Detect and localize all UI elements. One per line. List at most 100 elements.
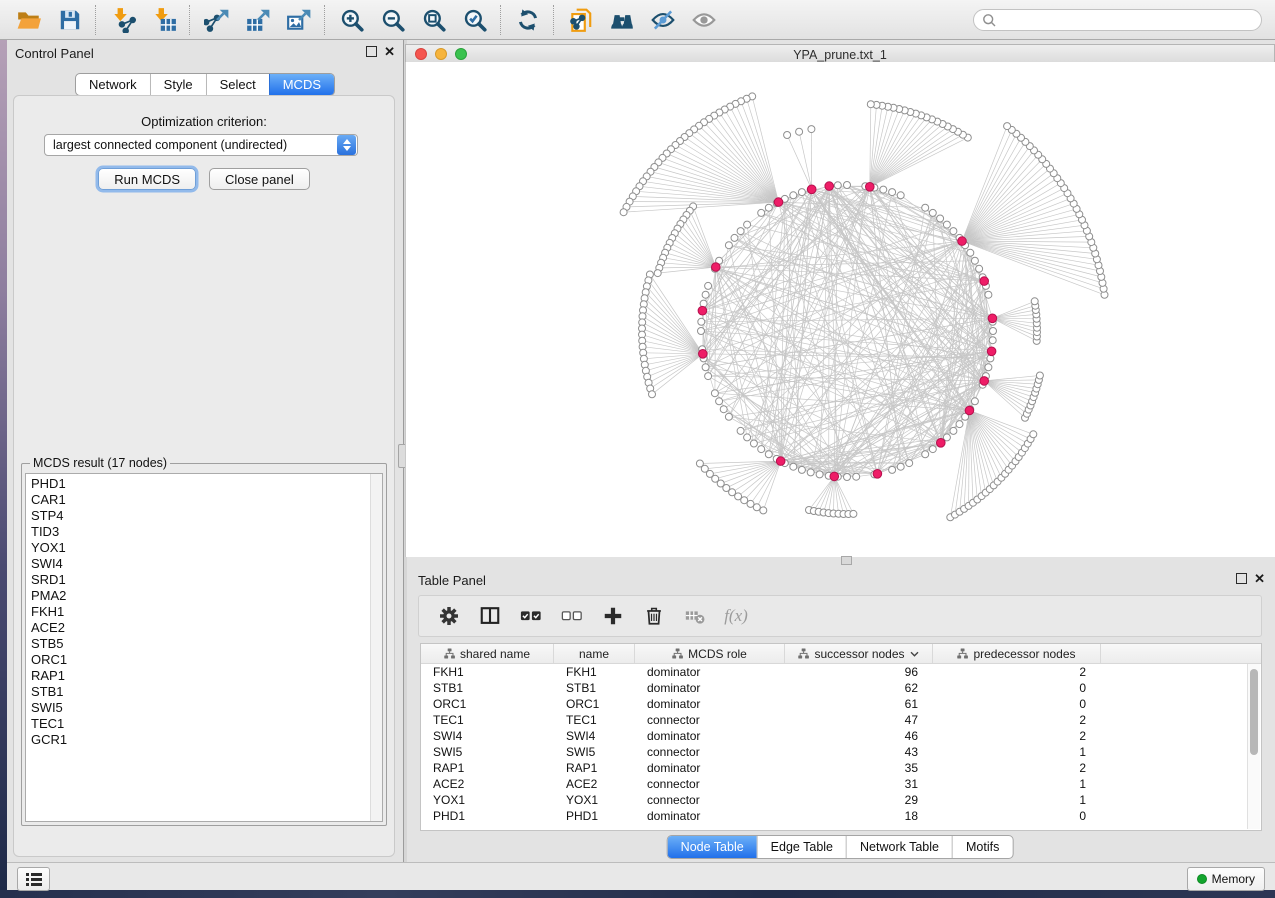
cell-successor-nodes: 43 — [785, 745, 933, 759]
tab-style[interactable]: Style — [150, 74, 206, 95]
delete-table-button[interactable] — [683, 604, 707, 628]
column-header-predecessor-nodes[interactable]: predecessor nodes — [933, 644, 1101, 663]
cell-MCDS-role: dominator — [635, 697, 785, 711]
cell-shared-name: PHD1 — [421, 809, 554, 823]
screen: Control Panel ✕ NetworkStyleSelectMCDS O… — [0, 0, 1275, 898]
import-table-button[interactable] — [143, 1, 184, 39]
clone-network-button[interactable] — [560, 1, 601, 39]
table-row[interactable]: SWI5SWI5connector431 — [421, 744, 1261, 760]
cell-shared-name: SWI5 — [421, 745, 554, 759]
table-row[interactable]: STB1STB1dominator620 — [421, 680, 1261, 696]
network-canvas[interactable] — [405, 62, 1275, 557]
export-image-button[interactable] — [278, 1, 319, 39]
close-panel-icon[interactable]: ✕ — [384, 46, 395, 57]
tab-network-table[interactable]: Network Table — [846, 836, 952, 858]
refresh-button[interactable] — [507, 1, 548, 39]
table-settings-button[interactable] — [437, 604, 461, 628]
close-panel-button[interactable]: Close panel — [209, 168, 310, 190]
cell-predecessor-nodes: 1 — [933, 777, 1101, 791]
select-all-button[interactable] — [519, 604, 543, 628]
sitemap-icon — [957, 648, 968, 659]
table-row[interactable]: PHD1PHD1dominator180 — [421, 808, 1261, 824]
column-header-name[interactable]: name — [554, 644, 635, 663]
search-network-button[interactable] — [601, 1, 642, 39]
search-box[interactable] — [973, 9, 1262, 31]
table-float-panel-icon[interactable] — [1236, 573, 1247, 584]
zoom-fit-button[interactable] — [413, 1, 454, 39]
import-network-button[interactable] — [102, 1, 143, 39]
search-input[interactable] — [997, 10, 1261, 30]
cell-shared-name: FKH1 — [421, 665, 554, 679]
table-row[interactable]: YOX1YOX1connector291 — [421, 792, 1261, 808]
delete-column-button[interactable] — [642, 604, 666, 628]
cell-MCDS-role: connector — [635, 745, 785, 759]
memory-button[interactable]: Memory — [1187, 867, 1265, 891]
table-row[interactable]: ACE2ACE2connector311 — [421, 776, 1261, 792]
mcds-result-item[interactable]: ORC1 — [31, 652, 382, 668]
mcds-result-item[interactable]: YOX1 — [31, 540, 382, 556]
node-table[interactable]: shared namenameMCDS rolesuccessor nodesp… — [420, 643, 1262, 831]
cell-shared-name: RAP1 — [421, 761, 554, 775]
mcds-result-item[interactable]: FKH1 — [31, 604, 382, 620]
mcds-result-item[interactable]: STP4 — [31, 508, 382, 524]
mcds-result-item[interactable]: CAR1 — [31, 492, 382, 508]
graphics-details-button[interactable] — [683, 1, 724, 39]
network-titlebar[interactable]: YPA_prune.txt_1 — [405, 44, 1275, 63]
mcds-result-item[interactable]: SWI4 — [31, 556, 382, 572]
zoom-in-button[interactable] — [331, 1, 372, 39]
horizontal-splitter-handle[interactable] — [841, 556, 852, 565]
column-header-shared-name[interactable]: shared name — [421, 644, 554, 663]
mcds-result-item[interactable]: PMA2 — [31, 588, 382, 604]
mcds-result-item[interactable]: ACE2 — [31, 620, 382, 636]
result-scrollbar-track[interactable] — [370, 474, 382, 821]
add-column-icon — [602, 605, 624, 627]
deselect-all-button[interactable] — [560, 604, 584, 628]
mcds-result-item[interactable]: SRD1 — [31, 572, 382, 588]
column-header-successor-nodes[interactable]: successor nodes — [785, 644, 933, 663]
mcds-result-item[interactable]: GCR1 — [31, 732, 382, 748]
table-row[interactable]: ORC1ORC1dominator610 — [421, 696, 1261, 712]
zoom-out-button[interactable] — [372, 1, 413, 39]
mcds-result-item[interactable]: RAP1 — [31, 668, 382, 684]
column-header-MCDS-role[interactable]: MCDS role — [635, 644, 785, 663]
table-row[interactable]: SWI4SWI4dominator462 — [421, 728, 1261, 744]
sitemap-icon — [672, 648, 683, 659]
run-mcds-button[interactable]: Run MCDS — [98, 168, 196, 190]
import-table-icon — [151, 7, 177, 33]
cell-predecessor-nodes: 0 — [933, 681, 1101, 695]
table-scrollbar-track[interactable] — [1247, 664, 1260, 829]
tab-network[interactable]: Network — [76, 74, 150, 95]
optimization-select[interactable]: largest connected component (undirected) — [44, 134, 358, 156]
table-close-panel-icon[interactable]: ✕ — [1254, 573, 1265, 584]
table-row[interactable]: RAP1RAP1dominator352 — [421, 760, 1261, 776]
table-row[interactable]: TEC1TEC1connector472 — [421, 712, 1261, 728]
function-builder-button[interactable]: f(x) — [724, 604, 748, 628]
tab-node-table[interactable]: Node Table — [668, 836, 757, 858]
table-row[interactable]: FKH1FKH1dominator962 — [421, 664, 1261, 680]
mcds-result-list[interactable]: PHD1CAR1STP4TID3YOX1SWI4SRD1PMA2FKH1ACE2… — [25, 473, 383, 822]
tab-mcds[interactable]: MCDS — [269, 74, 334, 95]
tab-select[interactable]: Select — [206, 74, 269, 95]
export-network-button[interactable] — [196, 1, 237, 39]
cell-name: FKH1 — [554, 665, 635, 679]
table-scrollbar-thumb[interactable] — [1250, 669, 1258, 755]
open-session-button[interactable] — [8, 1, 49, 39]
export-table-button[interactable] — [237, 1, 278, 39]
tab-edge-table[interactable]: Edge Table — [757, 836, 846, 858]
cell-MCDS-role: dominator — [635, 729, 785, 743]
mcds-result-item[interactable]: SWI5 — [31, 700, 382, 716]
mcds-result-item[interactable]: TID3 — [31, 524, 382, 540]
add-column-button[interactable] — [601, 604, 625, 628]
mcds-result-item[interactable]: STB5 — [31, 636, 382, 652]
mcds-result-item[interactable]: STB1 — [31, 684, 382, 700]
zoom-selected-button[interactable] — [454, 1, 495, 39]
float-panel-icon[interactable] — [366, 46, 377, 57]
tab-motifs[interactable]: Motifs — [952, 836, 1012, 858]
mcds-result-item[interactable]: PHD1 — [31, 476, 382, 492]
save-session-button[interactable] — [49, 1, 90, 39]
column-layout-button[interactable] — [478, 604, 502, 628]
toggle-details-button[interactable] — [642, 1, 683, 39]
cell-MCDS-role: dominator — [635, 665, 785, 679]
task-history-button[interactable] — [17, 867, 50, 891]
mcds-result-item[interactable]: TEC1 — [31, 716, 382, 732]
